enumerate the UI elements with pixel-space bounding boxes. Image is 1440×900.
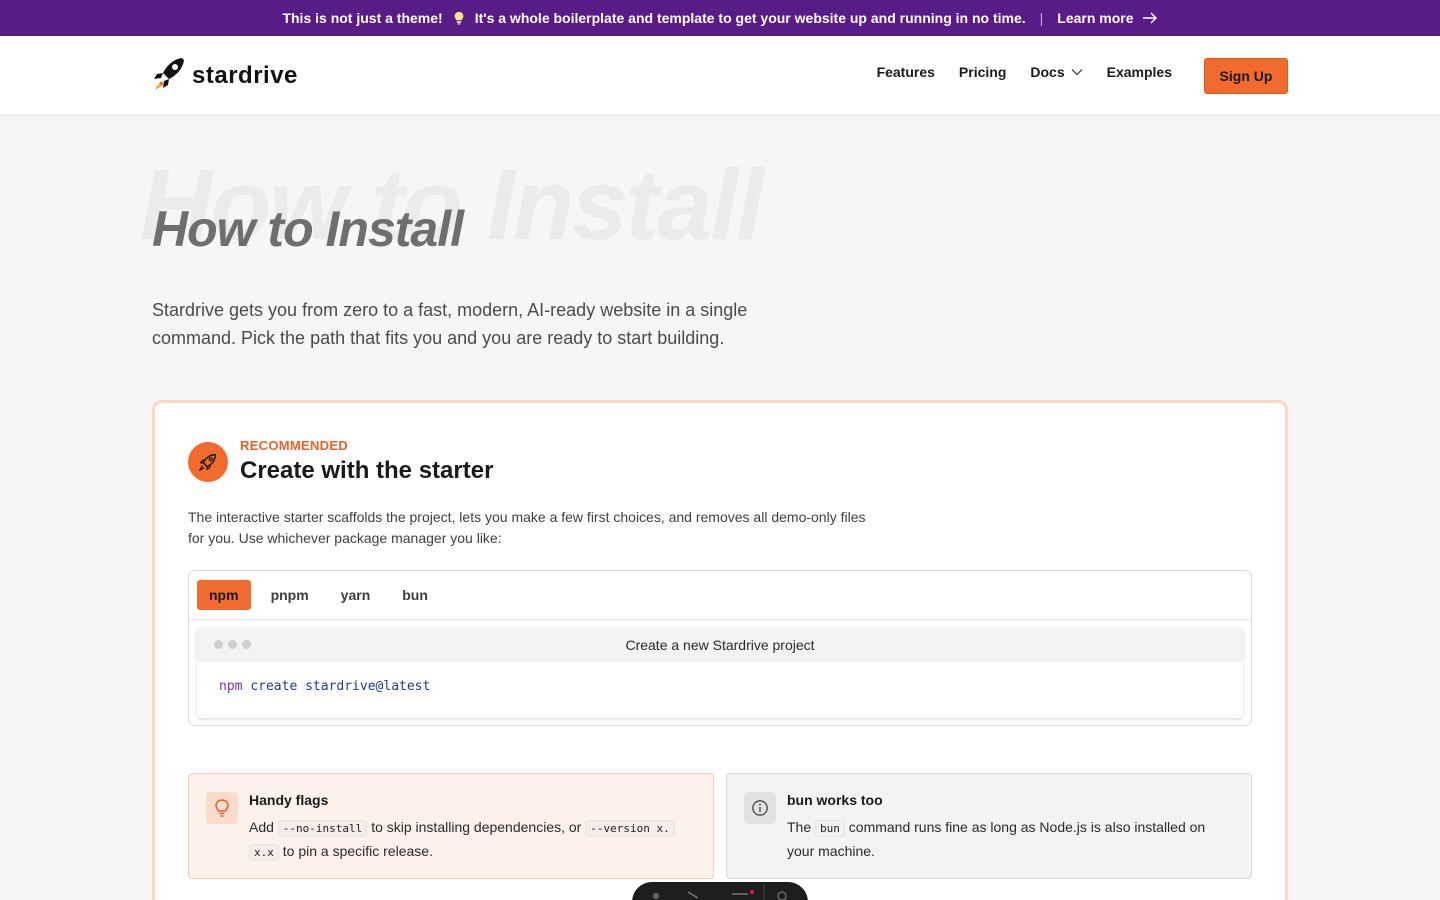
announcement-bar: This is not just a theme! It's a whole b… — [0, 0, 1440, 36]
rocket-icon — [154, 58, 184, 90]
note-text: to pin a specific release. — [282, 843, 433, 859]
announcement-separator: | — [1039, 10, 1044, 26]
tab-npm[interactable]: npm — [197, 580, 251, 610]
toolbar-icons — [653, 884, 787, 900]
learn-more-link[interactable]: Learn more — [1057, 10, 1157, 26]
nav-docs-label: Docs — [1030, 64, 1065, 80]
info-icon — [752, 800, 768, 816]
note-icon — [206, 792, 238, 824]
inline-code: --no-install — [277, 820, 368, 837]
window-dots-icon — [214, 640, 251, 649]
note-icon — [744, 792, 776, 824]
note-text: command runs fine as long as Node.js is … — [787, 819, 1206, 859]
logo-text: stardrive — [192, 62, 298, 89]
logo-link[interactable]: stardrive — [152, 56, 298, 96]
note-title: bun works too — [787, 792, 883, 808]
tab-yarn[interactable]: yarn — [329, 580, 383, 610]
tab-bar: npm pnpm yarn bun — [189, 571, 1251, 620]
terminal-window: Create a new Stardrive project npm creat… — [197, 628, 1243, 718]
lightbulb-icon — [454, 11, 464, 25]
learn-more-label: Learn more — [1057, 10, 1134, 26]
starter-card: RECOMMENDED Create with the starter The … — [152, 400, 1288, 900]
note-body: The bun command runs fine as long as Nod… — [787, 816, 1231, 863]
nav-pricing[interactable]: Pricing — [959, 64, 1006, 80]
main-nav: Features Pricing Docs Examples — [877, 64, 1172, 80]
terminal-header: Create a new Stardrive project — [197, 628, 1243, 662]
note-title: Handy flags — [249, 792, 329, 808]
sign-up-button[interactable]: Sign Up — [1204, 58, 1288, 94]
dev-toolbar[interactable] — [632, 882, 808, 900]
terminal-title: Create a new Stardrive project — [625, 637, 815, 653]
inline-code: --version x. — [585, 820, 675, 837]
bun-note: bun works too The bun command runs fine … — [726, 773, 1252, 879]
command-bin: npm — [219, 679, 243, 694]
note-text: Add — [249, 819, 274, 835]
card-description: The interactive starter scaffolds the pr… — [188, 509, 866, 546]
page-title: How to Install — [152, 201, 464, 257]
recommended-badge: RECOMMENDED — [240, 438, 349, 453]
note-text: The — [787, 819, 812, 835]
package-manager-tabs: npm pnpm yarn bun Create a new Stardrive… — [188, 570, 1252, 726]
tab-bun[interactable]: bun — [390, 580, 440, 610]
announcement-text-before: This is not just a theme! — [282, 10, 443, 26]
arrow-right-icon — [1142, 12, 1157, 24]
rocket-badge — [188, 442, 228, 482]
hero-intro: Stardrive gets you from zero to a fast, … — [152, 300, 748, 348]
rocket-icon — [199, 453, 217, 471]
inline-code: x.x — [249, 844, 279, 861]
lightbulb-icon — [215, 799, 229, 817]
announcement-text-after: It's a whole boilerplate and template to… — [474, 10, 1026, 26]
note-body: Add --no-install to skip installing depe… — [249, 816, 693, 864]
nav-examples[interactable]: Examples — [1107, 64, 1172, 80]
nav-features[interactable]: Features — [877, 64, 935, 80]
command-args: create stardrive@latest — [250, 679, 431, 694]
handy-flags-note: Handy flags Add --no-install to skip ins… — [188, 773, 714, 879]
card-title: Create with the starter — [240, 457, 494, 484]
nav-docs[interactable]: Docs — [1030, 64, 1083, 80]
tab-pnpm[interactable]: pnpm — [259, 580, 321, 610]
inline-code: bun — [815, 820, 845, 837]
terminal-command[interactable]: npm create stardrive@latest — [219, 679, 430, 694]
site-header: stardrive Features Pricing Docs Examples… — [0, 36, 1440, 116]
chevron-down-icon — [1071, 69, 1083, 76]
note-text: to skip installing dependencies, or — [371, 819, 582, 835]
